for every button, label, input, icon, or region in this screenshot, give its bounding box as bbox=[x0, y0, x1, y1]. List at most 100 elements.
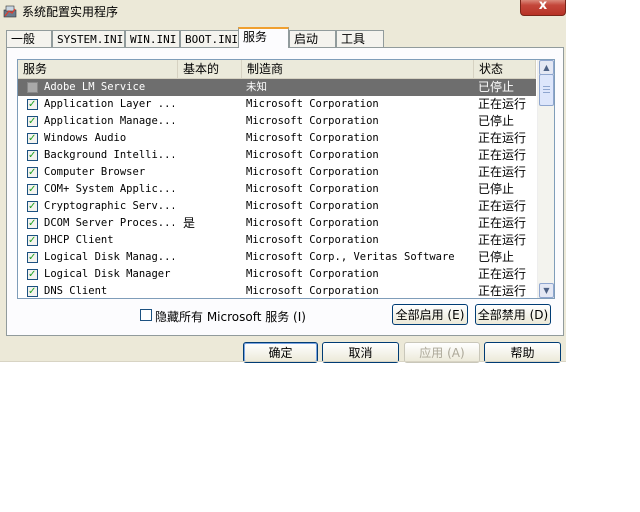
service-row[interactable]: Application Manage... Microsoft Corporati… bbox=[18, 113, 536, 130]
hide-microsoft-checkbox[interactable] bbox=[140, 309, 152, 321]
service-name: Application Manage... bbox=[44, 115, 174, 127]
service-name: DHCP Client bbox=[44, 234, 114, 246]
tab-tools[interactable]: 工具 bbox=[336, 30, 384, 47]
service-row[interactable]: COM+ System Applic... Microsoft Corporati… bbox=[18, 181, 536, 198]
service-status: 已停止 bbox=[478, 80, 515, 94]
service-name: Adobe LM Service bbox=[44, 81, 146, 93]
header-service[interactable]: 服务 bbox=[18, 60, 178, 78]
service-name: Computer Browser bbox=[44, 166, 146, 178]
service-checkbox[interactable] bbox=[27, 215, 38, 232]
vertical-scrollbar[interactable]: ▲ ▼ bbox=[537, 60, 554, 298]
header-manufacturer[interactable]: 制造商 bbox=[242, 60, 474, 78]
service-row[interactable]: Application Layer ... Microsoft Corporati… bbox=[18, 96, 536, 113]
service-row[interactable]: DHCP Client Microsoft Corporation 正在运行 bbox=[18, 232, 536, 249]
service-status: 已停止 bbox=[478, 250, 515, 264]
header-basic[interactable]: 基本的 bbox=[178, 60, 242, 78]
scroll-down-icon[interactable]: ▼ bbox=[539, 283, 554, 298]
service-manufacturer: Microsoft Corporation bbox=[246, 98, 379, 110]
service-manufacturer: Microsoft Corporation bbox=[246, 285, 379, 297]
service-manufacturer: Microsoft Corporation bbox=[246, 268, 379, 280]
tab-win-ini[interactable]: WIN.INI bbox=[125, 30, 180, 47]
apply-button[interactable]: 应用 (A) bbox=[404, 342, 480, 363]
system-config-window: 系统配置实用程序 x 一般 SYSTEM.INI WIN.INI BOOT.IN… bbox=[0, 0, 566, 363]
tab-general-label: 一般 bbox=[11, 32, 36, 46]
service-row[interactable]: Logical Disk Manag... Microsoft Corp., Ve… bbox=[18, 249, 536, 266]
service-row[interactable]: DCOM Server Proces... 是 Microsoft Corporat… bbox=[18, 215, 536, 232]
window-bottom-edge bbox=[0, 361, 566, 362]
ok-button[interactable]: 确定 bbox=[243, 342, 318, 363]
service-status: 正在运行 bbox=[478, 199, 527, 213]
service-status: 正在运行 bbox=[478, 216, 527, 230]
service-row[interactable]: Computer Browser Microsoft Corporation 正在运… bbox=[18, 164, 536, 181]
service-name: DNS Client bbox=[44, 285, 108, 297]
hide-microsoft-label: 隐藏所有 Microsoft 服务 (I) bbox=[155, 310, 306, 324]
service-row[interactable]: DNS Client Microsoft Corporation 正在运行 bbox=[18, 283, 536, 298]
service-status: 正在运行 bbox=[478, 233, 527, 247]
service-checkbox[interactable] bbox=[27, 82, 38, 93]
service-manufacturer: Microsoft Corp., Veritas Software bbox=[246, 251, 455, 263]
enable-all-button[interactable]: 全部启用 (E) bbox=[392, 304, 468, 325]
close-button[interactable]: x bbox=[520, 0, 566, 16]
cancel-button[interactable]: 取消 bbox=[322, 342, 399, 363]
scroll-thumb[interactable] bbox=[539, 74, 554, 106]
service-checkbox[interactable] bbox=[27, 266, 38, 283]
title-bar: 系统配置实用程序 x bbox=[0, 0, 566, 22]
service-manufacturer: Microsoft Corporation bbox=[246, 200, 379, 212]
service-manufacturer: Microsoft Corporation bbox=[246, 132, 379, 144]
service-row[interactable]: Adobe LM Service 未知 已停止 bbox=[18, 79, 536, 96]
service-checkbox[interactable] bbox=[27, 232, 38, 249]
tab-boot-ini-label: BOOT.INI bbox=[185, 33, 238, 46]
service-checkbox[interactable] bbox=[27, 147, 38, 164]
service-basic: 是 bbox=[183, 216, 196, 230]
service-status: 已停止 bbox=[478, 182, 515, 196]
service-checkbox[interactable] bbox=[27, 283, 38, 298]
tab-startup[interactable]: 启动 bbox=[289, 30, 336, 47]
service-rows: Adobe LM Service未知已停止Application Layer .… bbox=[18, 79, 536, 298]
system-config-app-icon bbox=[3, 5, 17, 18]
service-checkbox[interactable] bbox=[27, 181, 38, 198]
close-icon[interactable]: x bbox=[539, 0, 547, 13]
service-status: 正在运行 bbox=[478, 148, 527, 162]
service-checkbox[interactable] bbox=[27, 96, 38, 113]
service-checkbox[interactable] bbox=[27, 130, 38, 147]
tab-services[interactable]: 服务 bbox=[238, 27, 289, 48]
service-name: Logical Disk Manager bbox=[44, 268, 171, 280]
service-checkbox[interactable] bbox=[27, 164, 38, 181]
tab-system-ini[interactable]: SYSTEM.INI bbox=[52, 30, 125, 47]
list-header: 服务 基本的 制造商 状态 bbox=[18, 60, 536, 79]
service-name: Background Intelli... bbox=[44, 149, 174, 161]
tab-services-label: 服务 bbox=[243, 30, 268, 44]
services-list: 服务 基本的 制造商 状态 Adobe LM Service未知已停止Appli… bbox=[17, 59, 555, 299]
service-row[interactable]: Windows Audio Microsoft Corporation 正在运行 bbox=[18, 130, 536, 147]
window-title: 系统配置实用程序 bbox=[22, 5, 119, 19]
header-status[interactable]: 状态 bbox=[474, 60, 536, 78]
service-status: 正在运行 bbox=[478, 97, 527, 111]
service-name: Logical Disk Manag... bbox=[44, 251, 174, 263]
service-checkbox[interactable] bbox=[27, 249, 38, 266]
service-row[interactable]: Logical Disk Manager Microsoft Corporatio… bbox=[18, 266, 536, 283]
service-manufacturer: Microsoft Corporation bbox=[246, 166, 379, 178]
service-status: 已停止 bbox=[478, 114, 515, 128]
scroll-up-icon[interactable]: ▲ bbox=[539, 60, 554, 75]
service-name: COM+ System Applic... bbox=[44, 183, 174, 195]
service-manufacturer: Microsoft Corporation bbox=[246, 115, 379, 127]
service-name: Cryptographic Serv... bbox=[44, 200, 174, 212]
services-panel: 服务 基本的 制造商 状态 Adobe LM Service未知已停止Appli… bbox=[6, 47, 564, 336]
service-name: Windows Audio bbox=[44, 132, 127, 144]
tab-boot-ini[interactable]: BOOT.INI bbox=[180, 30, 240, 47]
tab-system-ini-label: SYSTEM.INI bbox=[57, 33, 124, 46]
service-name: Application Layer ... bbox=[44, 98, 174, 110]
service-manufacturer: Microsoft Corporation bbox=[246, 234, 379, 246]
service-row[interactable]: Background Intelli... Microsoft Corporati… bbox=[18, 147, 536, 164]
service-status: 正在运行 bbox=[478, 131, 527, 145]
disable-all-button[interactable]: 全部禁用 (D) bbox=[475, 304, 551, 325]
service-name: DCOM Server Proces... bbox=[44, 217, 174, 229]
help-button[interactable]: 帮助 bbox=[484, 342, 561, 363]
service-checkbox[interactable] bbox=[27, 198, 38, 215]
service-manufacturer: Microsoft Corporation bbox=[246, 149, 379, 161]
service-checkbox[interactable] bbox=[27, 113, 38, 130]
service-row[interactable]: Cryptographic Serv... Microsoft Corporati… bbox=[18, 198, 536, 215]
tab-general[interactable]: 一般 bbox=[6, 30, 52, 47]
service-manufacturer: 未知 bbox=[246, 81, 267, 93]
tab-win-ini-label: WIN.INI bbox=[130, 33, 177, 46]
